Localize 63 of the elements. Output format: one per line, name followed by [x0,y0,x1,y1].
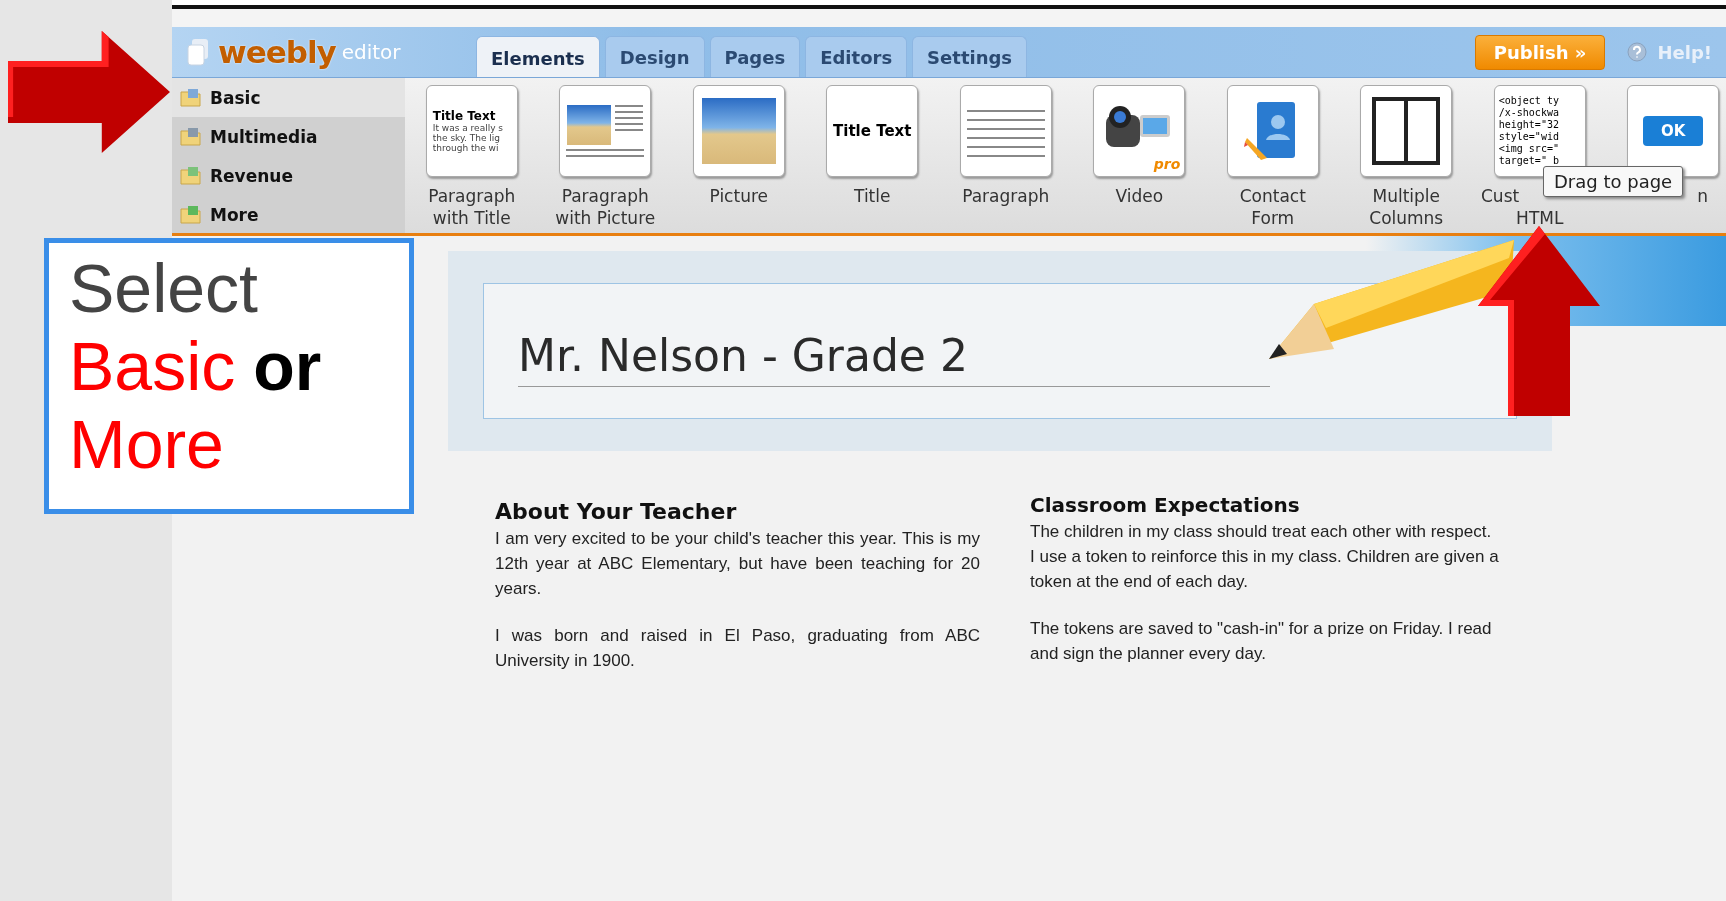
folder-icon [180,204,202,225]
category-item[interactable]: More [172,195,405,234]
element-label: Cust [1480,185,1520,207]
category-item[interactable]: Multimedia [172,117,405,156]
logo-wordmark: weebly [218,34,336,70]
element-label: Columns [1369,207,1444,229]
element-label: Paragraph [428,185,516,207]
section-paragraph: I am very excited to be your child's teacher this year. This is my 12th year at ABC Elementary, but have been teaching for 20 years. [495,528,980,600]
category-item[interactable]: Revenue [172,156,405,195]
element-label: Form [1251,207,1295,229]
preview-ok-button: OK [1643,116,1704,146]
element-label: Contact [1239,185,1306,207]
element-tile[interactable] [559,85,652,177]
element-label: with Picture [555,207,656,229]
section-heading: About Your Teacher [495,499,738,524]
editor-tab[interactable]: Pages [709,36,801,77]
section-paragraph: The tokens are saved to "cash-in" for a prize on Friday. I read and sign the planner every day. [1030,618,1493,665]
folder-icon [180,126,202,147]
section-paragraph: I was born and raised in El Paso, graduating from ABC University in 1900. [495,625,980,672]
element-tile[interactable]: Title Text It was a really s the sky. The lig through the wi [425,85,518,177]
element-label: Video [1115,185,1164,207]
help-icon[interactable] [1627,42,1648,62]
element-tile[interactable] [959,85,1052,177]
editor-tab[interactable]: Design [604,36,705,77]
callout-text: Select Basic or More [69,249,323,483]
code-line: height="32 [1498,119,1559,131]
code-line: style="wid [1498,131,1559,143]
element-label: Paragraph [962,185,1050,207]
code-line: /x-shockwa [1498,107,1559,119]
photo-placeholder [567,105,612,145]
element-label: n [1697,185,1709,207]
site-title: Mr. Nelson - Grade 2 [518,330,1270,387]
element-tile[interactable]: OK [1627,85,1720,177]
two-columns-icon [1371,96,1442,166]
folder-icon [180,165,202,186]
element-label: Picture [709,185,768,207]
code-line: <img src=" [1498,143,1559,155]
element-tile[interactable] [1360,85,1453,177]
section-heading: Classroom Expectations [1030,493,1301,517]
section-paragraph: The children in my class should treat each other with respect. I use a token to reinforce this in my class. Children are given a token at the end of each day. [1030,521,1500,593]
element-label: with Title [432,207,511,229]
preview-title: Title Text [431,109,496,123]
element-label: Title [854,185,891,207]
folder-icon [180,87,202,108]
code-line: target="_b [1498,155,1559,167]
editor-tab[interactable]: Settings [912,36,1028,77]
category-item[interactable]: Basic [172,78,405,117]
element-tile[interactable] [1226,85,1319,177]
element-label: HTML [1516,207,1564,229]
preview-text: the sky. The lig [431,133,501,143]
logo-suffix: editor [341,40,401,64]
code-line: <object ty [1498,95,1559,107]
element-tile[interactable] [692,85,785,177]
element-label: Paragraph [561,185,649,207]
editor-tab[interactable]: Elements [476,36,600,77]
drag-tooltip: Drag to page [1543,166,1684,197]
preview-title: Title Text [833,122,912,140]
pro-label: pro [1153,156,1181,172]
preview-text: through the wi [431,143,499,153]
element-tile[interactable]: Title Text [826,85,919,177]
element-label: Multiple [1372,185,1440,207]
preview-text: It was a really s [431,123,504,133]
editor-tab[interactable]: Editors [805,36,908,77]
